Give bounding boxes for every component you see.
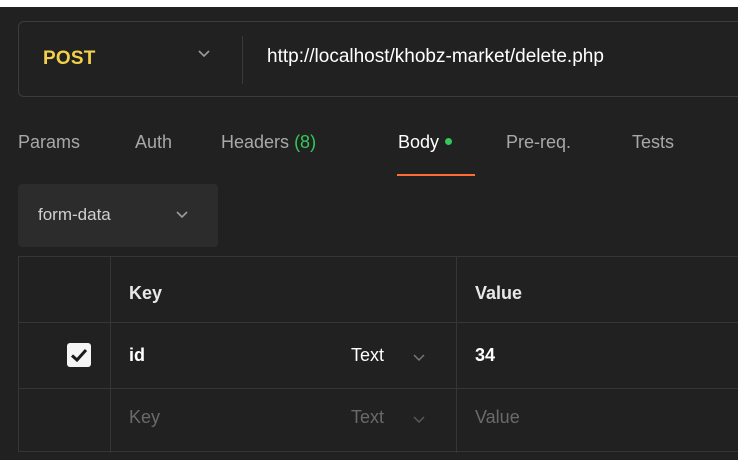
headers-count: (8): [294, 132, 317, 152]
new-type-select[interactable]: Text: [351, 407, 384, 428]
row-key-input[interactable]: id: [129, 345, 145, 366]
row-type-select[interactable]: Text: [351, 345, 384, 366]
tab-params[interactable]: Params: [18, 132, 80, 153]
tab-auth[interactable]: Auth: [135, 132, 172, 153]
checkmark-icon: [70, 348, 88, 363]
body-type-label: form-data: [38, 205, 111, 224]
table-row: Key Text Value: [19, 389, 744, 451]
right-edge: [738, 0, 744, 460]
tab-body-label: Body: [398, 132, 440, 152]
active-tab-indicator: [397, 174, 475, 176]
tab-pre-request[interactable]: Pre-req.: [506, 132, 571, 153]
key-column-header: Key: [129, 283, 163, 303]
table-row: id Text 34: [19, 323, 744, 389]
tab-tests[interactable]: Tests: [632, 132, 674, 153]
postman-request-panel: POST http://localhost/khobz-market/delet…: [0, 0, 744, 460]
row-type-label: Text: [351, 345, 385, 365]
chevron-down-icon: [411, 349, 427, 365]
request-tabs: Params Auth Headers (8) Body Pre-req. Te…: [18, 128, 744, 168]
row-value-input[interactable]: 34: [475, 345, 495, 366]
new-key-input[interactable]: Key: [129, 407, 160, 428]
top-edge: [0, 0, 744, 7]
body-type-select[interactable]: form-data: [18, 184, 218, 247]
chevron-down-icon: [411, 411, 427, 427]
url-input[interactable]: http://localhost/khobz-market/delete.php: [267, 46, 604, 68]
method-select[interactable]: POST: [43, 48, 96, 70]
form-data-table: Key Value id Text 34 Key Text Value: [18, 256, 744, 453]
request-bar: POST http://localhost/khobz-market/delet…: [18, 21, 744, 97]
url-divider: [242, 36, 243, 84]
tab-body[interactable]: Body: [398, 132, 453, 153]
chevron-down-icon: [173, 205, 191, 223]
row-enabled-checkbox[interactable]: [67, 343, 91, 367]
chevron-down-icon[interactable]: [195, 44, 213, 62]
new-value-input[interactable]: Value: [475, 407, 520, 428]
value-column-header: Value: [475, 283, 523, 303]
tab-headers-label: Headers: [221, 132, 290, 152]
new-type-label: Text: [351, 407, 385, 427]
tab-headers[interactable]: Headers (8): [221, 132, 316, 153]
status-dot-icon: [445, 137, 453, 145]
table-header-row: Key Value: [19, 257, 744, 323]
